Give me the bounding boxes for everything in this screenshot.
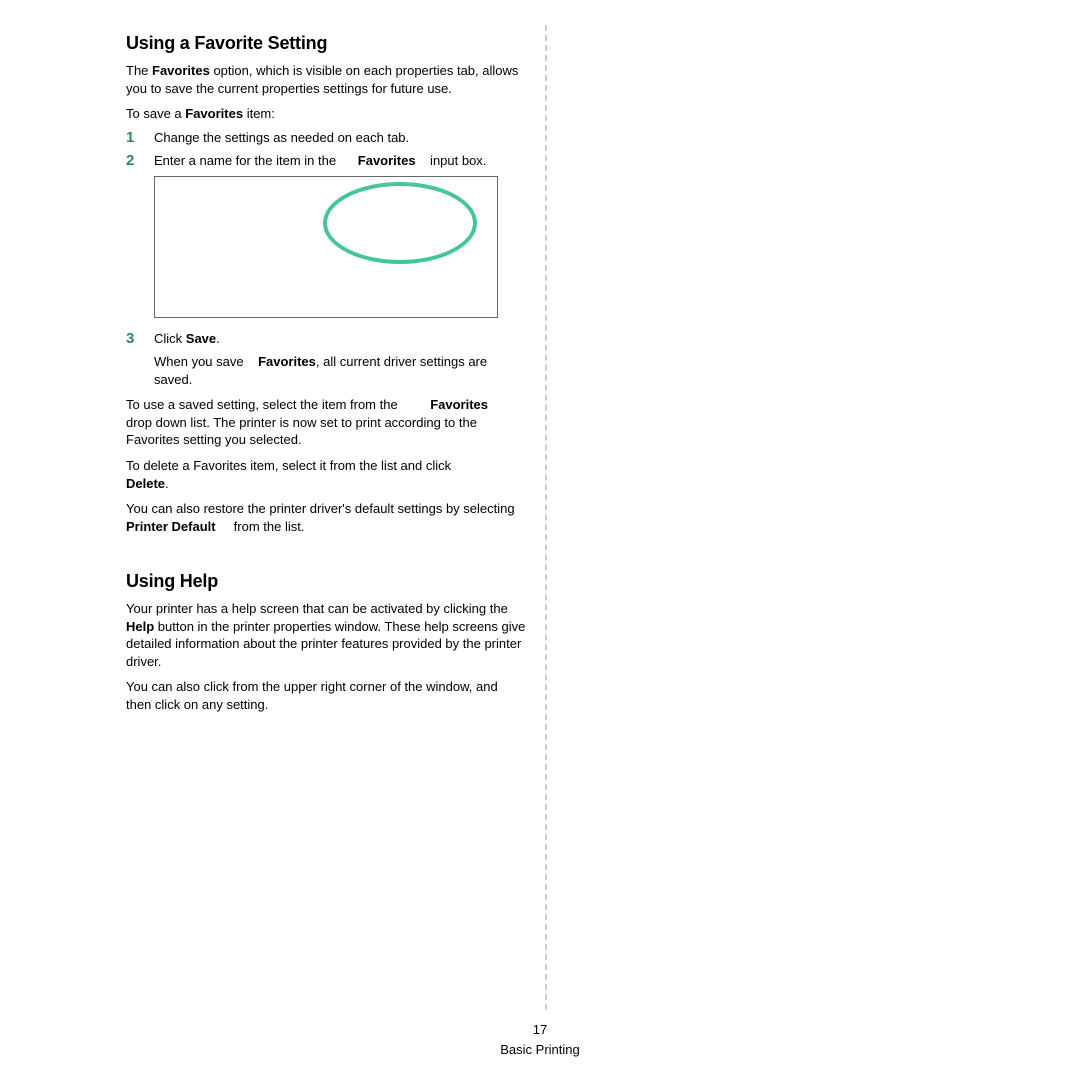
save-bold: Favorites [185, 106, 243, 121]
section-gap [126, 543, 526, 571]
page-number: 17 [0, 1020, 1080, 1040]
step-1-text: Change the settings as needed on each ta… [154, 130, 409, 145]
step-3-pre: Click [154, 331, 186, 346]
use-saved-paragraph: To use a saved setting, select the item … [126, 396, 526, 449]
help-p1-pre: Your printer has a help screen that can … [126, 601, 508, 616]
steps-list-cont: 3 Click Save. [126, 330, 526, 348]
restore-pre: You can also restore the printer driver'… [126, 501, 515, 516]
step-number: 3 [126, 329, 134, 349]
intro-pre: The [126, 63, 152, 78]
step-number: 1 [126, 128, 134, 148]
footer-title: Basic Printing [500, 1042, 579, 1057]
restore-bold: Printer Default [126, 519, 216, 534]
delete-bold: Delete [126, 476, 165, 491]
highlight-ellipse-icon [323, 182, 477, 264]
restore-post: from the list. [230, 519, 304, 534]
steps-list: 1 Change the settings as needed on each … [126, 129, 526, 170]
save-pre: To save a [126, 106, 185, 121]
heading-using-help: Using Help [126, 571, 526, 592]
step-3-sub-bold: Favorites [258, 354, 316, 369]
help-p1-bold: Help [126, 619, 154, 634]
step-1: 1 Change the settings as needed on each … [126, 129, 526, 147]
use-bold: Favorites [430, 397, 488, 412]
left-column: Using a Favorite Setting The Favorites o… [126, 33, 526, 721]
step-3: 3 Click Save. [126, 330, 526, 348]
manual-page: Using a Favorite Setting The Favorites o… [0, 0, 1080, 1080]
column-divider [545, 25, 547, 1010]
step-2-bold: Favorites [358, 153, 416, 168]
step-3-post: . [216, 331, 220, 346]
intro-bold: Favorites [152, 63, 210, 78]
step-2-post: input box. [426, 153, 486, 168]
step-number: 2 [126, 151, 134, 171]
step-2: 2 Enter a name for the item in the Favor… [126, 152, 526, 170]
intro-paragraph: The Favorites option, which is visible o… [126, 62, 526, 97]
use-pre: To use a saved setting, select the item … [126, 397, 401, 412]
page-footer: 17 Basic Printing [0, 1020, 1080, 1059]
help-p1-post: button in the printer properties window.… [126, 619, 525, 669]
step-3-sub-pre: When you save [154, 354, 247, 369]
delete-pre: To delete a Favorites item, select it fr… [126, 458, 451, 473]
heading-favorite-setting: Using a Favorite Setting [126, 33, 526, 54]
figure-favorites-box [154, 176, 498, 318]
delete-post: . [165, 476, 169, 491]
save-intro: To save a Favorites item: [126, 105, 526, 123]
help-paragraph-2: You can also click from the upper right … [126, 678, 526, 713]
help-paragraph-1: Your printer has a help screen that can … [126, 600, 526, 670]
step-2-pre: Enter a name for the item in the [154, 153, 340, 168]
step-3-bold: Save [186, 331, 216, 346]
save-post: item: [243, 106, 275, 121]
delete-paragraph: To delete a Favorites item, select it fr… [126, 457, 526, 492]
restore-paragraph: You can also restore the printer driver'… [126, 500, 526, 535]
use-post: drop down list. The printer is now set t… [126, 415, 477, 448]
step-3-sub: When you save Favorites, all current dri… [126, 353, 526, 388]
